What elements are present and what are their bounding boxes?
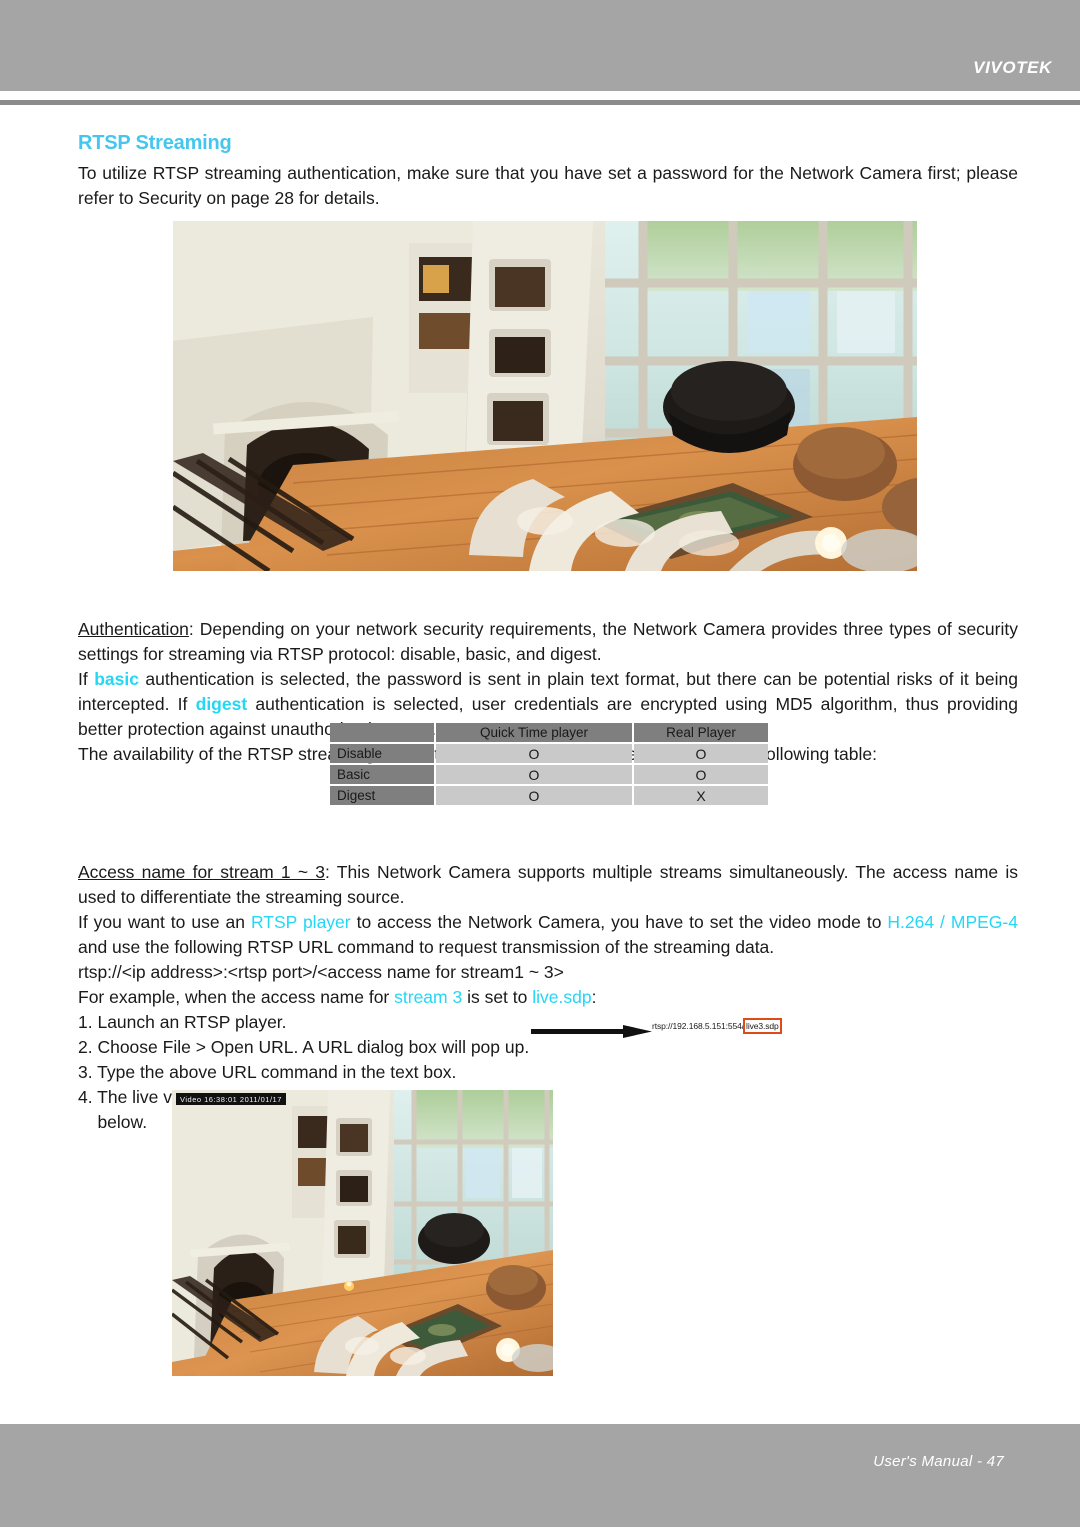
access-name-label: Access name for stream 1 ~ 3 [78,862,326,882]
table-column-header-realplayer: Real Player [634,723,768,742]
table-column-header-quicktime: Quick Time player [436,723,632,742]
rtsp-player-paragraph: If you want to use an RTSP player to acc… [78,910,1018,960]
header-divider-rule [0,100,1080,105]
rtsp-url-template: rtsp://<ip address>:<rtsp port>/<access … [78,962,564,982]
table-row-label-basic: Basic [330,765,434,784]
codec-keyword: H.264 / MPEG-4 [887,912,1018,932]
rtsp-player-text-c: and use the following RTSP URL command t… [78,937,775,957]
example-lead-paragraph: For example, when the access name for st… [78,985,1018,1010]
authentication-paragraph: Authentication: Depending on your networ… [78,617,1018,667]
table-row-label-digest: Digest [330,786,434,805]
rtsp-url-callout: rtsp://192.168.5.151:554/live3.sdp [652,1018,782,1034]
example-step-2: 2. Choose File > Open URL. A URL dialog … [78,1037,530,1057]
table-cell-disable-quicktime: O [436,744,632,763]
table-row: Disable O O [330,744,768,763]
pointer-arrow-icon [531,1025,652,1038]
access-name-paragraph: Access name for stream 1 ~ 3: This Netwo… [78,860,1018,910]
table-header-row: Quick Time player Real Player [330,723,768,742]
table-row: Digest O X [330,786,768,805]
table-cell-digest-realplayer: X [634,786,768,805]
vivotek-logo: VIVOTEK [973,58,1052,77]
rtsp-player-text-b: to access the Network Camera, you have t… [350,912,888,932]
top-scene-illustration [173,221,917,571]
stream-3-keyword: stream 3 [394,987,463,1007]
bottom-scene-illustration [172,1090,553,1376]
top-camera-screenshot [173,221,917,571]
availability-table: Quick Time player Real Player Disable O … [328,721,770,807]
rtsp-url-highlight-box: live3.sdp [743,1018,782,1034]
live-sdp-keyword: live.sdp [532,987,592,1007]
basic-keyword: basic [94,669,139,689]
video-timestamp-overlay: Video 16:38:01 2011/01/17 [176,1093,286,1105]
authentication-text: : Depending on your network security req… [78,619,1018,664]
bottom-player-screenshot: Video 16:38:01 2011/01/17 [172,1090,553,1376]
table-row-label-disable: Disable [330,744,434,763]
page-title: RTSP Streaming [78,132,232,154]
page-header-band [0,0,1080,91]
rtsp-player-text-a: If you want to use an [78,912,251,932]
basic-digest-text-a: If [78,669,95,689]
digest-keyword: digest [195,694,248,714]
rtsp-player-keyword: RTSP player [250,912,351,932]
example-lead-c: : [591,987,597,1007]
table-cell-basic-quicktime: O [436,765,632,784]
table-cell-basic-realplayer: O [634,765,768,784]
table-cell-digest-quicktime: O [436,786,632,805]
page-footer-band: User's Manual - 47 [0,1424,1080,1527]
intro-paragraph: To utilize RTSP streaming authentication… [78,163,1018,208]
footer-page-label: User's Manual - 47 [873,1453,1004,1470]
example-step-3: 3. Type the above URL command in the tex… [78,1062,457,1082]
arrow-right-icon [531,1025,652,1038]
table-cell-disable-realplayer: O [634,744,768,763]
table-corner-cell [330,723,434,742]
rtsp-url-prefix: rtsp://192.168.5.151:554/ [652,1021,745,1031]
table-row: Basic O O [330,765,768,784]
example-lead-b: is set to [462,987,533,1007]
example-lead-a: For example, when the access name for [78,987,395,1007]
authentication-label: Authentication [78,619,189,639]
